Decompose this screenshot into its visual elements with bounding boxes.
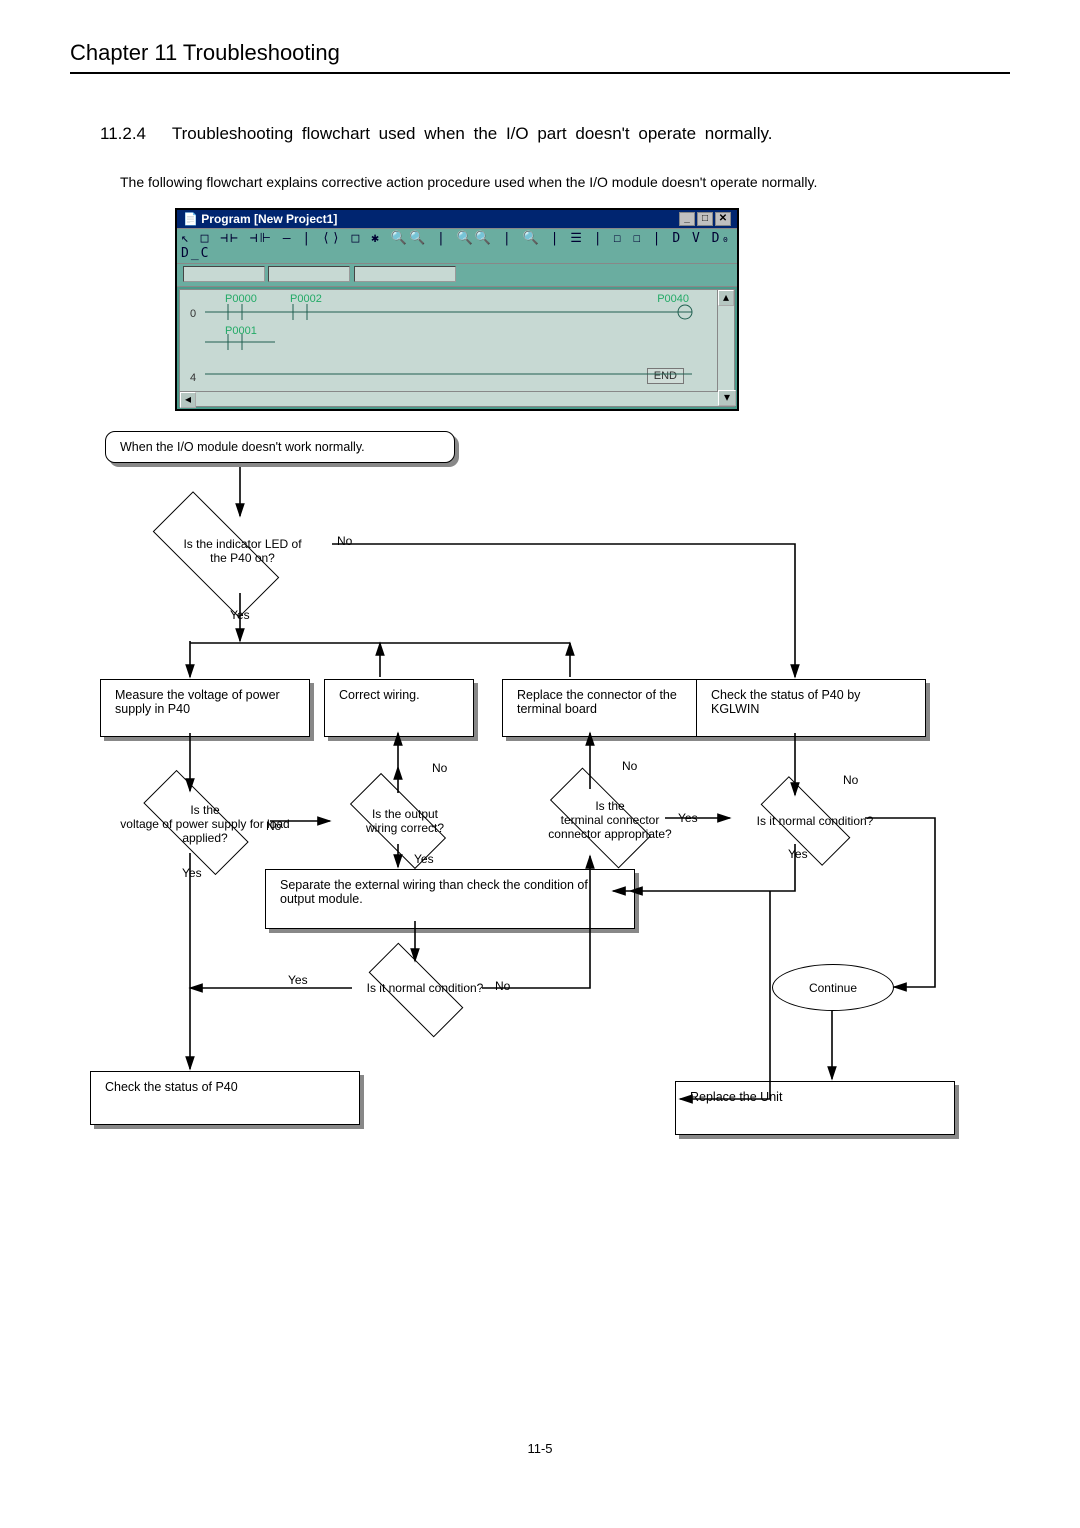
intro-paragraph: The following flowchart explains correct… (120, 174, 1010, 190)
program-toolbar[interactable]: ↖ □ ⊣⊢ ⊣⊩ — | ⟨⟩ □ ✱ 🔍🔍 | 🔍🔍 | 🔍 | ☰ | ☐… (177, 228, 737, 264)
check-kglwin-box: Check the status of P40 by KGLWIN (696, 679, 926, 737)
normal1-decision-text: Is it normal condition? (725, 814, 905, 828)
flowchart: When the I/O module doesn't work normall… (70, 421, 1010, 1181)
correct-wiring-box: Correct wiring. (324, 679, 474, 737)
continue-node: Continue (772, 964, 894, 1011)
scroll-left-icon[interactable]: ◂ (180, 392, 196, 408)
chapter-title: Chapter 11 Troubleshooting (70, 40, 1010, 74)
window-controls[interactable]: _ □ ✕ (679, 212, 731, 226)
edge-terminal-no: No (622, 759, 637, 773)
edge-normal2-no: No (495, 979, 510, 993)
normal2-decision-text: Is it normal condition? (345, 981, 505, 995)
scroll-down-icon[interactable]: ▾ (718, 390, 736, 406)
program-address-bar (177, 264, 737, 287)
close-icon[interactable]: ✕ (715, 212, 731, 226)
section-title: Troubleshooting flowchart used when the … (172, 124, 773, 143)
wiring-decision-text: Is the output wiring correct? (325, 807, 485, 835)
program-ladder-area: 0 P0000 P0002 P0040 P0001 4 END ▴ ▾ ◂ (179, 289, 735, 407)
program-window: 📄 Program [New Project1] _ □ ✕ ↖ □ ⊣⊢ ⊣⊩… (175, 208, 739, 411)
replace-connector-box: Replace the connector of the terminal bo… (502, 679, 712, 737)
section-heading: 11.2.4 Troubleshooting flowchart used wh… (100, 124, 1010, 144)
edge-wiring-yes: Yes (414, 852, 434, 866)
toolbar-glyphs: ↖ □ ⊣⊢ ⊣⊩ — | ⟨⟩ □ ✱ 🔍🔍 | 🔍🔍 | 🔍 | ☰ | ☐… (181, 231, 731, 261)
page-number: 11-5 (70, 1441, 1010, 1456)
replace-unit-box: Replace the Unit (675, 1081, 955, 1135)
program-icon: 📄 (183, 212, 198, 226)
program-titlebar: 📄 Program [New Project1] _ □ ✕ (177, 210, 737, 228)
measure-box: Measure the voltage of power supply in P… (100, 679, 310, 737)
maximize-icon[interactable]: □ (697, 212, 713, 226)
led-decision-text: Is the indicator LED of the P40 on? (145, 537, 340, 565)
check-p40-box: Check the status of P40 (90, 1071, 360, 1125)
edge-normal1-no: No (843, 773, 858, 787)
edge-normal2-yes: Yes (288, 973, 308, 987)
section-number: 11.2.4 (100, 124, 146, 143)
minimize-icon[interactable]: _ (679, 212, 695, 226)
scroll-up-icon[interactable]: ▴ (718, 290, 734, 306)
edge-led-yes: Yes (230, 608, 250, 622)
separate-wiring-box: Separate the external wiring than check … (265, 869, 635, 929)
terminal-decision-text: Is the terminal connector connector appr… (520, 799, 700, 841)
edge-voltage-no: No (266, 819, 281, 833)
program-title: Program [New Project1] (201, 212, 337, 226)
edge-wiring-no: No (432, 761, 447, 775)
edge-voltage-yes: Yes (182, 866, 202, 880)
edge-normal1-yes: Yes (788, 847, 808, 861)
edge-led-no: No (337, 534, 352, 548)
edge-terminal-yes: Yes (678, 811, 698, 825)
start-node: When the I/O module doesn't work normall… (105, 431, 455, 463)
